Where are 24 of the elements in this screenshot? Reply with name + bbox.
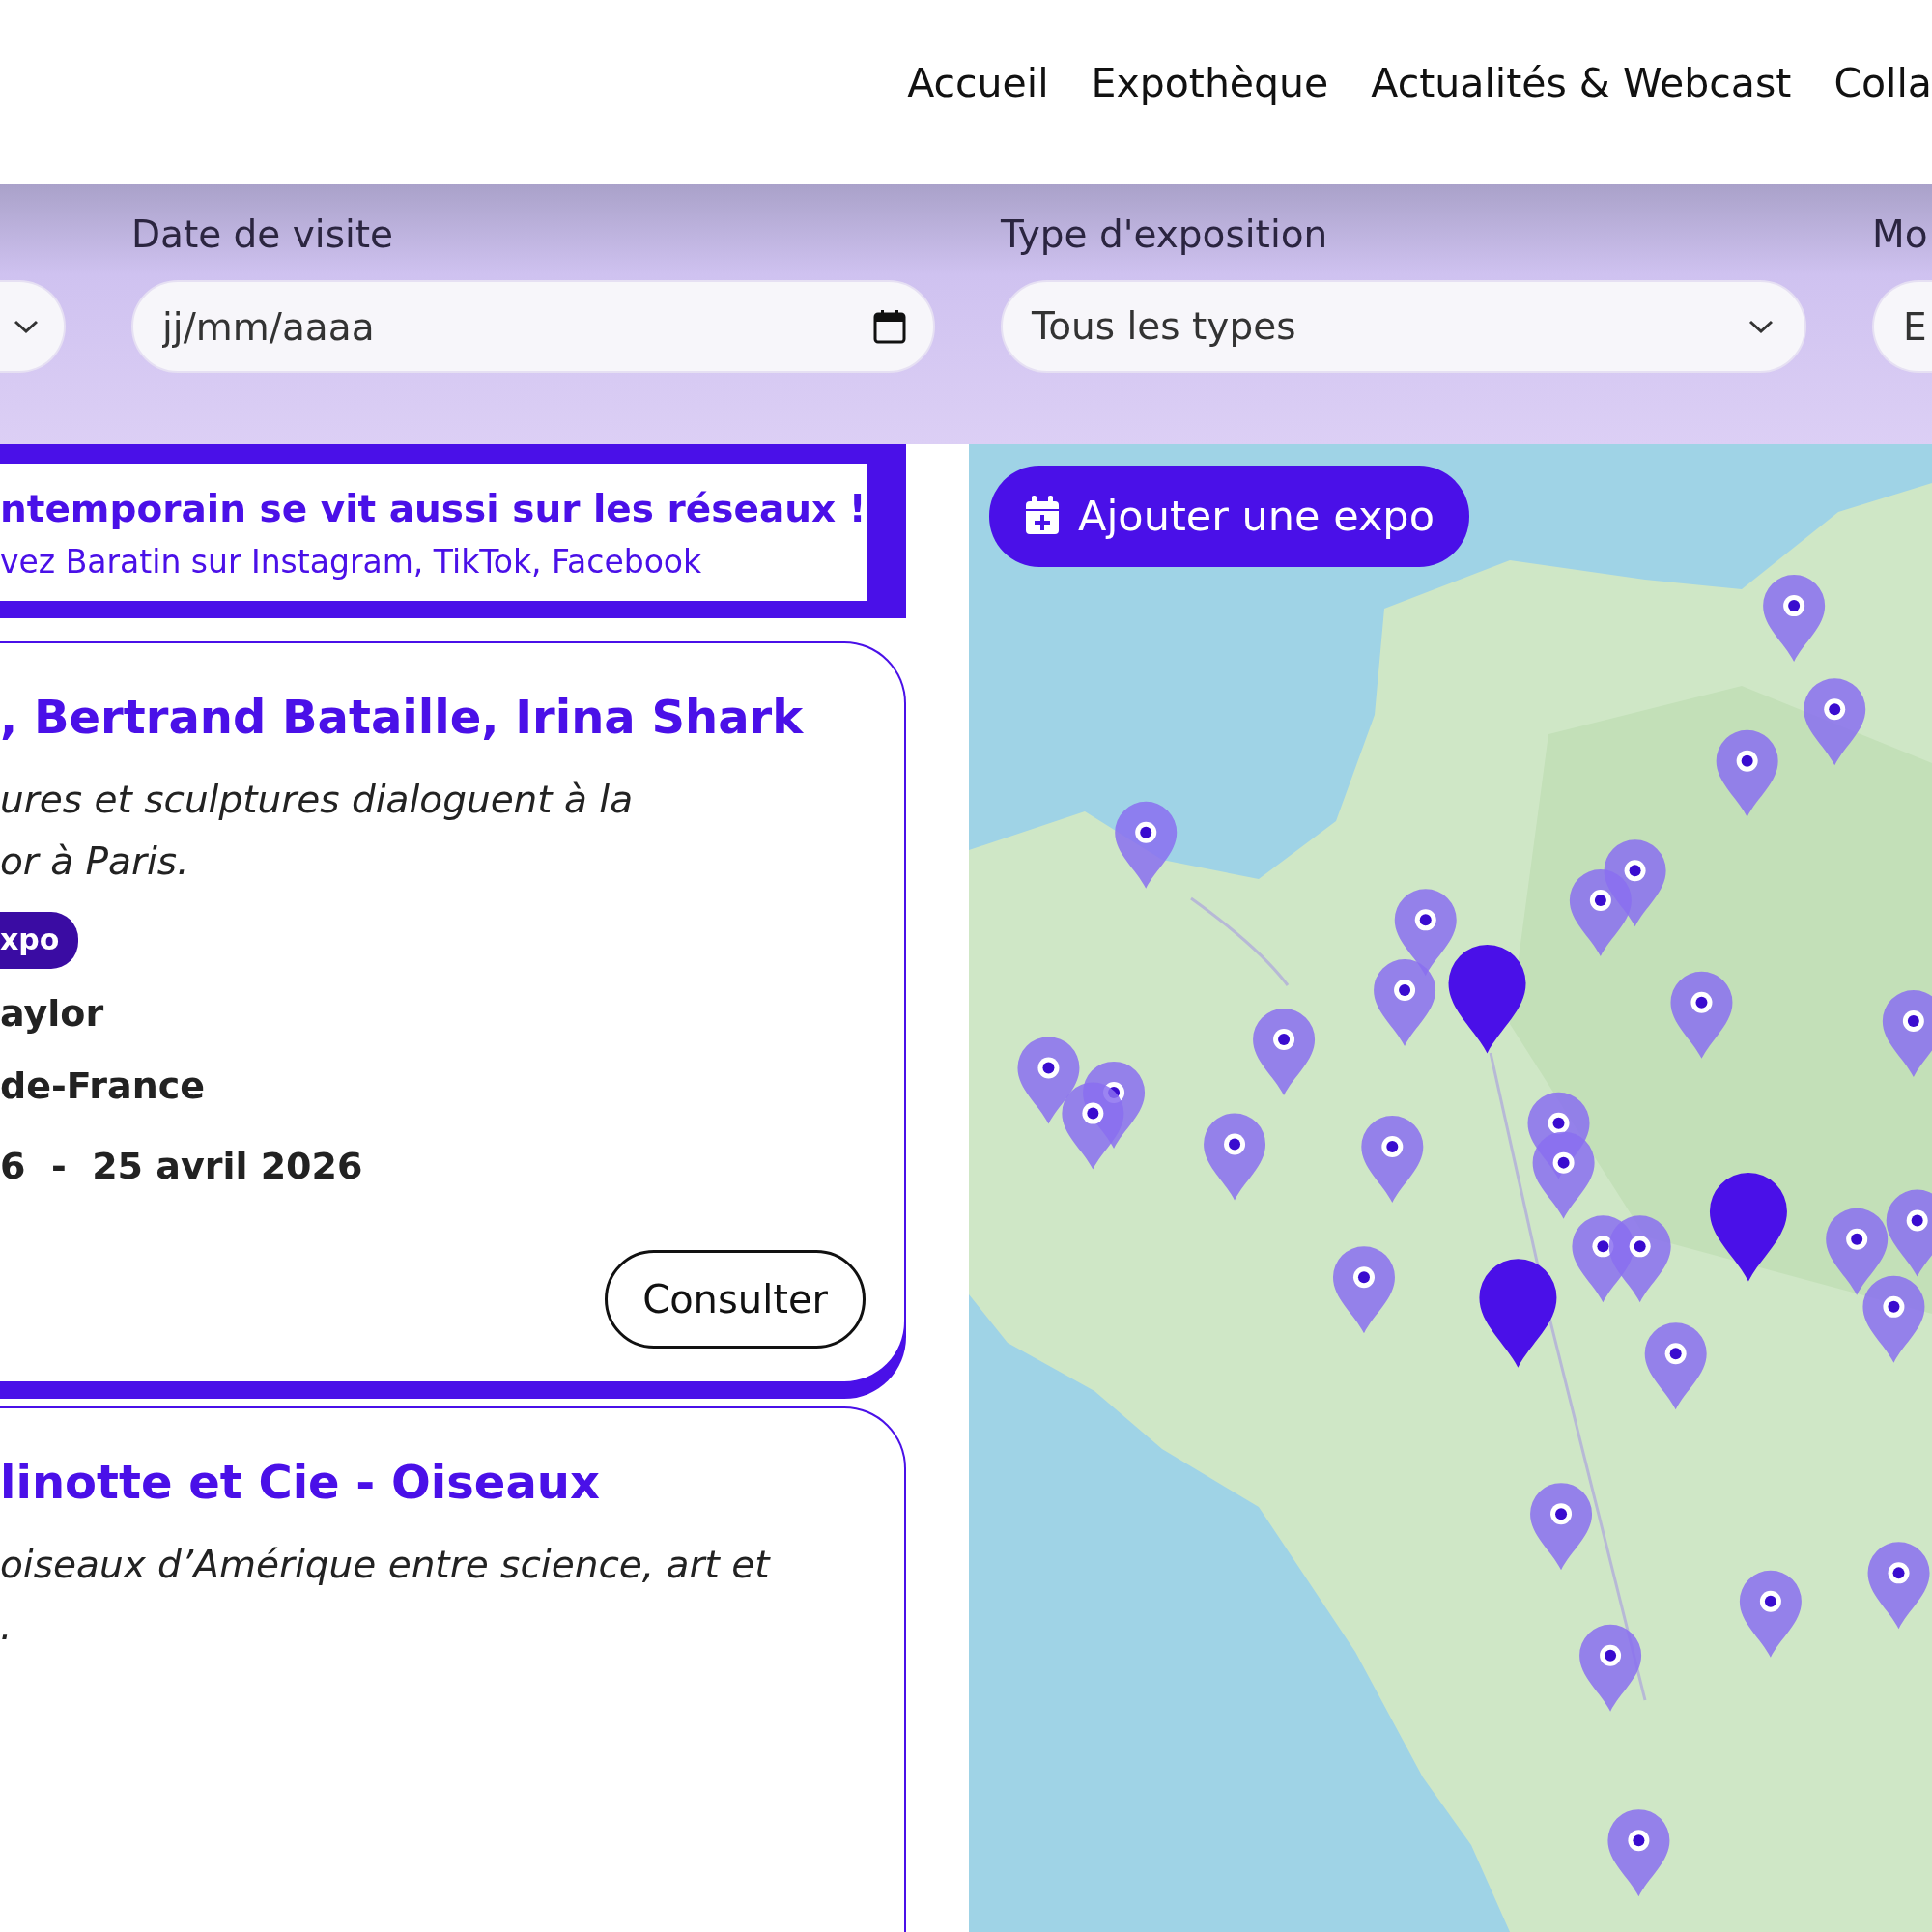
consult-button[interactable]: Consulter: [605, 1250, 866, 1349]
filter-label: Mo: [1872, 212, 1929, 258]
banner-subtitle: vez Baratin sur Instagram, TikTok, Facebook: [0, 541, 703, 582]
card-dates: 6 - 25 avril 2026: [0, 1144, 364, 1189]
card-artist: aylor: [0, 991, 105, 1037]
card-description: oiseaux d’Amérique entre science, art et .: [0, 1542, 772, 1650]
card-title[interactable]: , Bertrand Bataille, Irina Shark: [0, 682, 866, 752]
calendar-icon: [873, 309, 906, 344]
text-field[interactable]: E: [1872, 280, 1932, 373]
filter-label: Date de visite: [131, 212, 395, 258]
nav-link[interactable]: Expothèque: [1091, 54, 1329, 114]
card-title[interactable]: linotte et Cie - Oiseaux: [0, 1447, 866, 1517]
card-description: ures et sculptures dialoguent à la or à Paris.: [0, 777, 635, 885]
banner-title: ntemporain se vit aussi sur les réseaux !: [0, 486, 867, 532]
nav-link[interactable]: Colla: [1833, 54, 1932, 114]
dropdown-field[interactable]: Tous les types: [1001, 280, 1806, 373]
card-region: de-France: [0, 1064, 206, 1109]
filter-label: Type d'exposition: [1001, 212, 1329, 258]
calendar-plus-icon: [1024, 496, 1061, 537]
add-exhibition-button[interactable]: Ajouter une expo: [989, 466, 1469, 567]
type-tag: xpo: [0, 912, 79, 969]
dropdown-field[interactable]: [0, 280, 66, 373]
nav-link[interactable]: Actualités & Webcast: [1371, 54, 1792, 114]
nav-link[interactable]: Accueil: [907, 54, 1049, 114]
